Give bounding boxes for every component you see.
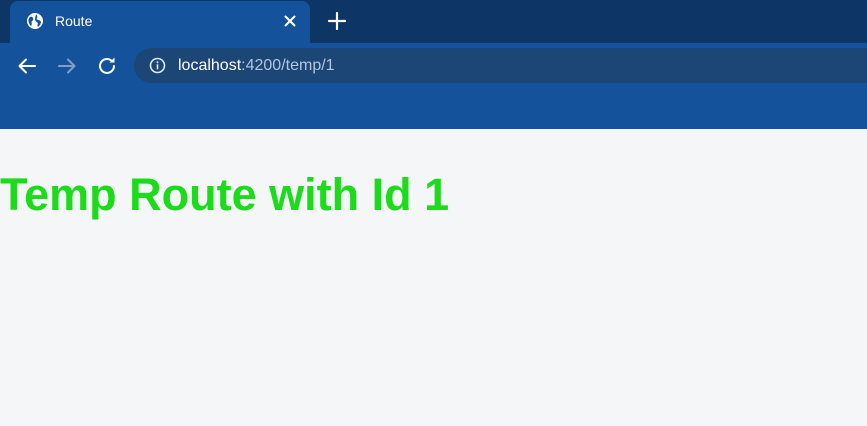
page-heading: Temp Route with Id 1 — [0, 169, 450, 220]
tab-title: Route — [55, 13, 93, 29]
browser-toolbar: localhost:4200/temp/1 — [0, 43, 867, 129]
info-icon[interactable] — [149, 57, 166, 74]
address-bar[interactable]: localhost:4200/temp/1 — [134, 48, 867, 83]
url-path: :4200/temp/1 — [241, 57, 335, 74]
plus-icon[interactable] — [326, 10, 348, 32]
url-host: localhost — [178, 57, 242, 74]
url-text: localhost:4200/temp/1 — [178, 56, 335, 76]
tab-strip: Route — [0, 0, 867, 43]
arrow-right-icon[interactable] — [55, 54, 79, 78]
globe-icon — [27, 13, 43, 29]
page-content: Temp Route with Id 1 — [0, 129, 867, 426]
close-icon[interactable] — [282, 13, 298, 29]
browser-tab[interactable]: Route — [10, 1, 310, 43]
reload-icon[interactable] — [95, 54, 119, 78]
arrow-left-icon[interactable] — [15, 54, 39, 78]
